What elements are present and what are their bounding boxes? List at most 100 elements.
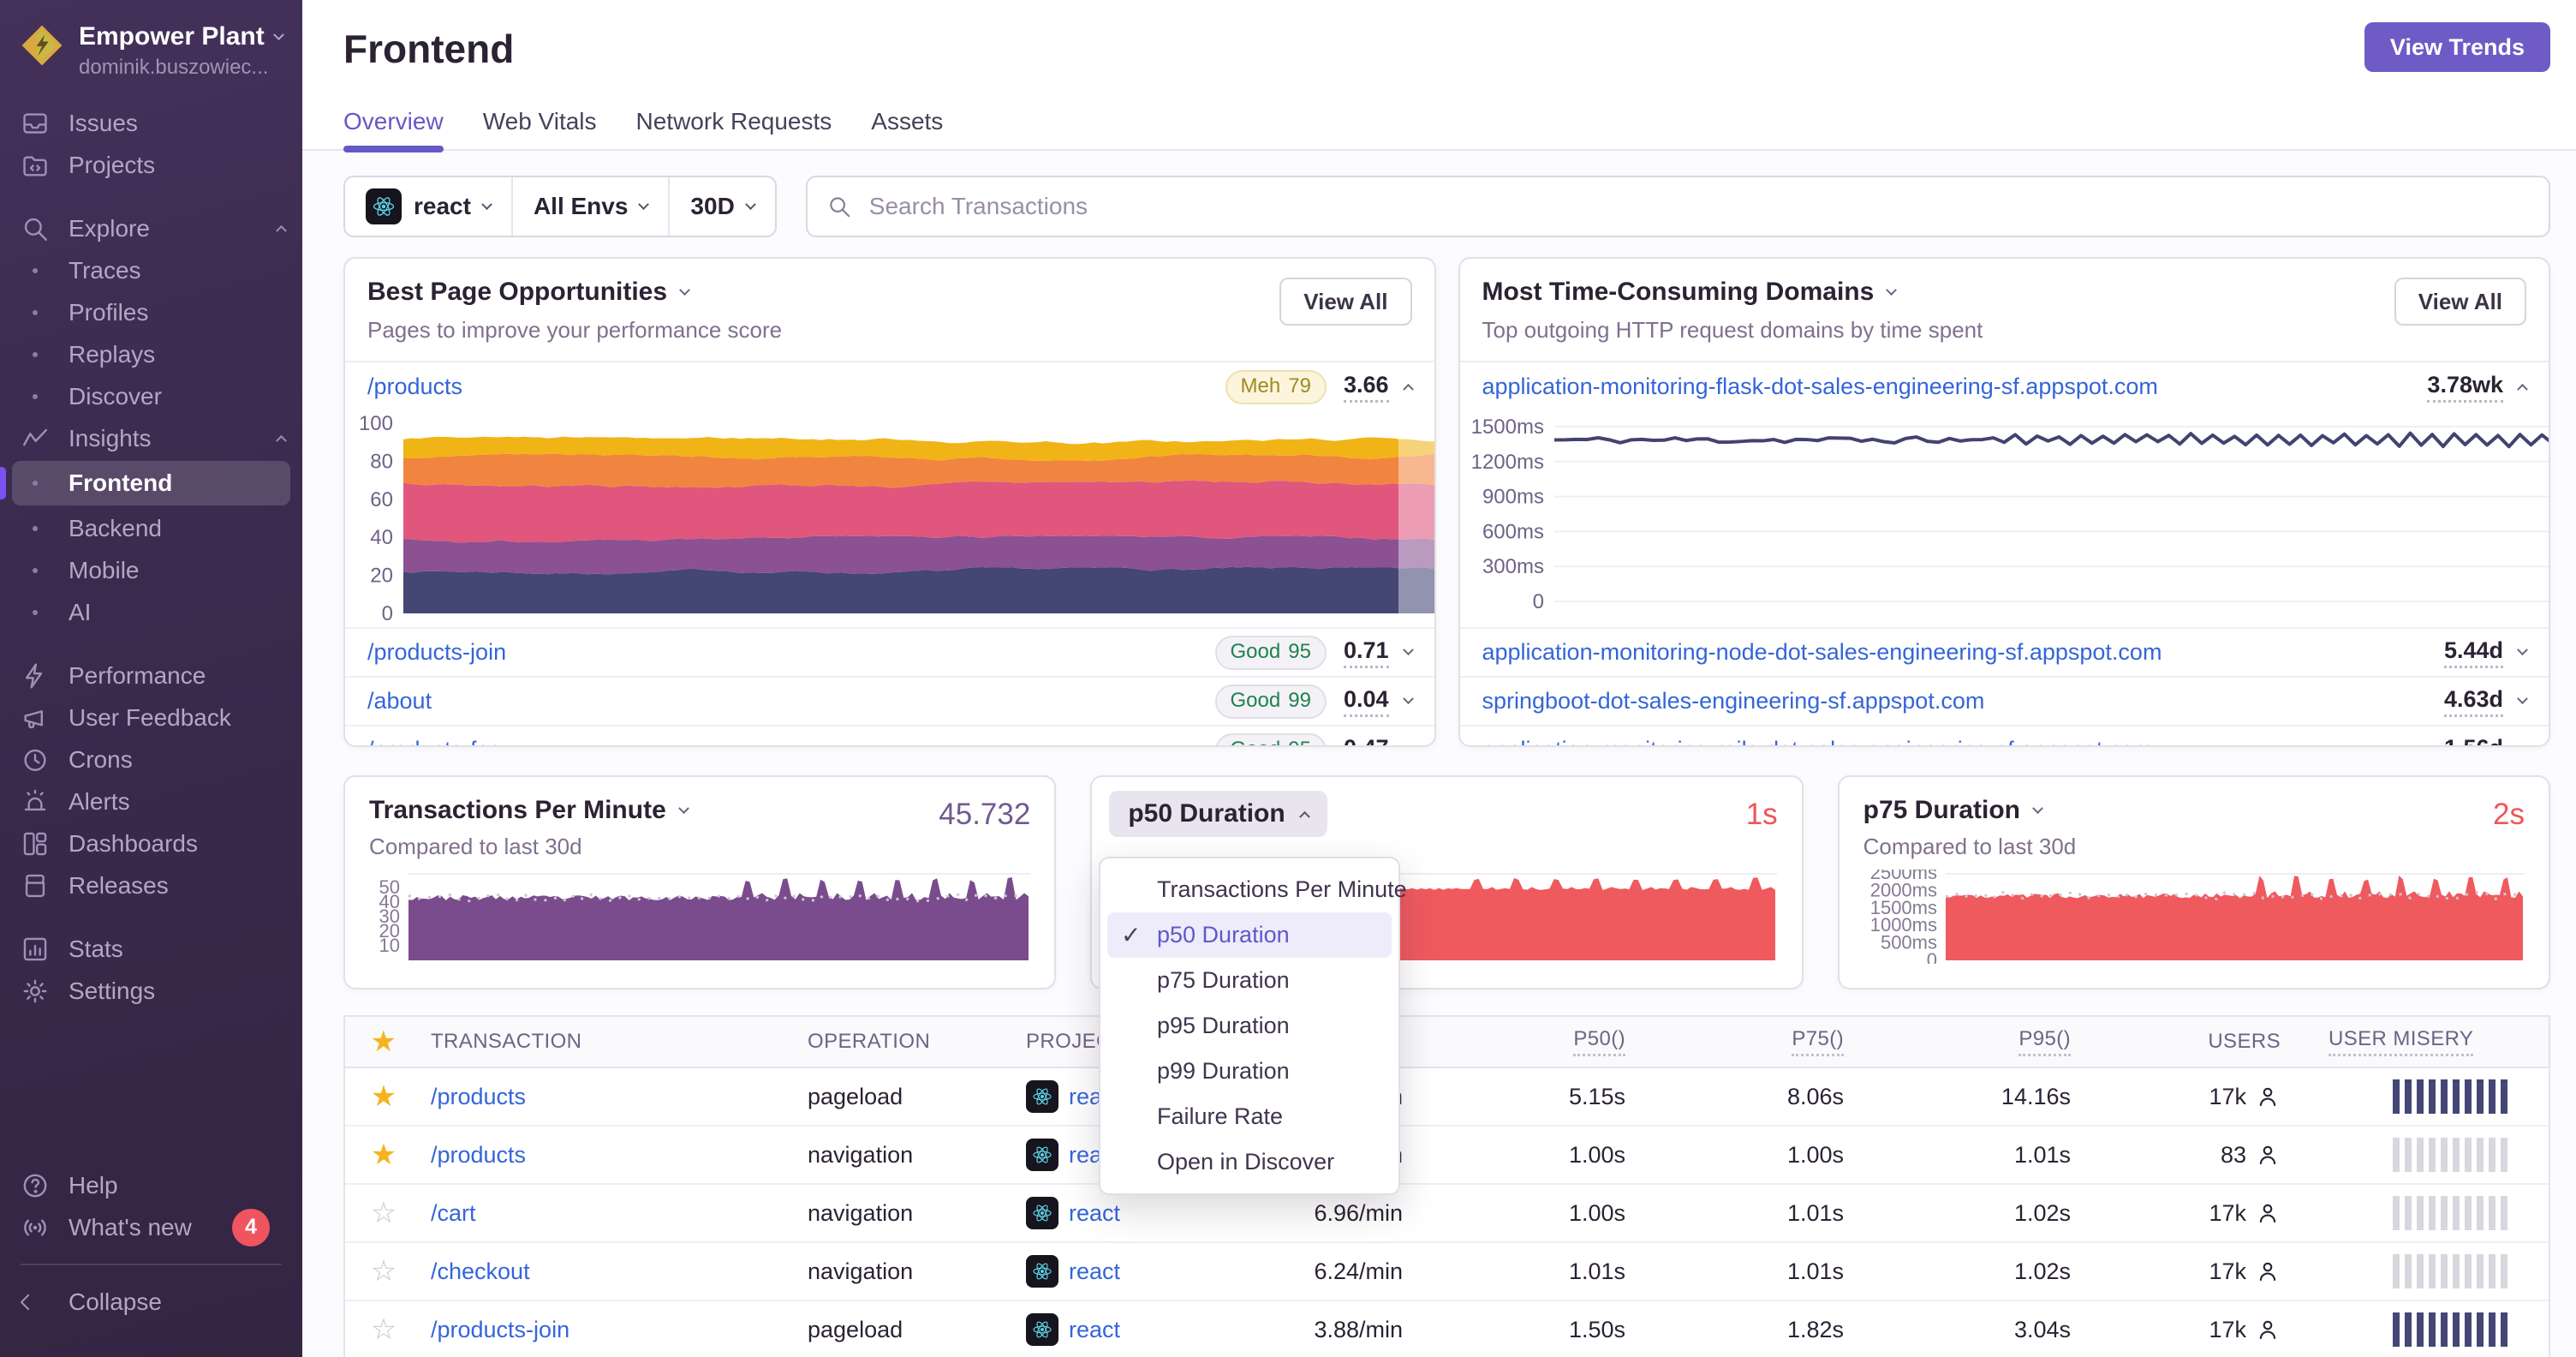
best-pages-view-all-button[interactable]: View All [1279,278,1412,326]
menu-item-p75-duration[interactable]: p75 Duration [1107,958,1392,1003]
transaction-link[interactable]: /products [431,1142,526,1169]
chevron-up-icon[interactable] [1402,383,1414,395]
chevron-down-icon[interactable] [2032,802,2043,814]
domains-view-all-button[interactable]: View All [2394,278,2526,326]
column-header-p95[interactable]: P95() [1852,1027,2079,1056]
domain-link[interactable]: application-monitoring-rails-dot-sales-e… [1482,737,2444,745]
column-label: P75() [1792,1027,1844,1056]
chevron-down-icon[interactable] [2517,742,2528,745]
sidebar-item-explore[interactable]: Explore [0,207,302,249]
column-header-p75[interactable]: P75() [1634,1027,1852,1056]
tab-network-requests[interactable]: Network Requests [636,108,832,149]
domain-link[interactable]: application-monitoring-flask-dot-sales-e… [1482,374,2428,400]
p75-panel: p75 Duration 2s Compared to last 30d 250… [1837,775,2550,989]
sidebar-item-what-s-new[interactable]: What's new 4 [0,1206,302,1248]
menu-item-p50-duration[interactable]: ✓ p50 Duration [1107,912,1392,958]
sidebar-item-frontend[interactable]: Frontend [0,461,290,505]
top-panels: Best Page Opportunities Pages to improve… [343,257,2550,747]
column-header-transaction[interactable]: TRANSACTION [422,1030,799,1054]
sidebar-item-alerts[interactable]: Alerts [0,780,302,822]
issues-icon [21,109,50,138]
menu-item-transactions-per-minute[interactable]: Transactions Per Minute [1107,867,1407,912]
chevron-down-icon[interactable] [677,802,689,814]
sidebar-item-help[interactable]: Help [0,1164,302,1206]
menu-item-failure-rate[interactable]: Failure Rate [1107,1094,1392,1139]
p50-metric-dropdown-trigger[interactable]: p50 Duration [1109,791,1327,837]
sidebar-item-settings[interactable]: Settings [0,970,302,1012]
page-opportunity-link[interactable]: /about [367,688,1215,714]
user-icon [2255,1142,2281,1168]
view-trends-button[interactable]: View Trends [2364,22,2550,72]
column-label: TRANSACTION [431,1030,582,1053]
sidebar-item-performance[interactable]: Performance [0,655,302,696]
chevron-down-icon[interactable] [1402,742,1414,745]
transaction-link[interactable]: /checkout [431,1258,530,1285]
star-filled-icon[interactable]: ★ [371,1140,397,1169]
sidebar-item-releases[interactable]: Releases [0,864,302,906]
chevron-down-icon[interactable] [2517,644,2528,656]
sidebar-item-ai[interactable]: AI [0,591,302,633]
transaction-link[interactable]: /products-join [431,1317,569,1343]
transaction-link[interactable]: /cart [431,1200,476,1227]
tab-web-vitals[interactable]: Web Vitals [483,108,597,149]
table-header: ★TRANSACTIONOPERATIONPROJECT↓P50()P75()P… [345,1017,2549,1068]
menu-item-open-in-discover[interactable]: Open in Discover [1107,1139,1392,1185]
project-link[interactable]: react [1069,1200,1120,1227]
column-header-operation[interactable]: OPERATION [799,1030,1017,1054]
search-input[interactable] [867,192,2530,221]
sidebar-item-discover[interactable]: Discover [0,375,302,417]
domain-link[interactable]: application-monitoring-node-dot-sales-en… [1482,639,2444,666]
menu-item-p99-duration[interactable]: p99 Duration [1107,1049,1392,1094]
project-link[interactable]: react [1069,1258,1120,1285]
chevron-down-icon[interactable] [679,284,690,296]
chevron-up-icon[interactable] [2517,383,2528,395]
chevron-down-icon[interactable] [1886,284,1898,296]
sidebar-item-user-feedback[interactable]: User Feedback [0,696,302,738]
chevron-down-icon[interactable] [1402,644,1414,656]
star-outline-icon[interactable]: ☆ [371,1315,397,1344]
sidebar-item-stats[interactable]: Stats [0,928,302,970]
column-label: P95() [2018,1027,2071,1056]
domain-link[interactable]: springboot-dot-sales-engineering-sf.apps… [1482,688,2444,714]
column-header-misery[interactable]: USER MISERY [2289,1027,2549,1056]
sidebar-item-dashboards[interactable]: Dashboards [0,822,302,864]
sidebar-item-mobile[interactable]: Mobile [0,549,302,591]
chevron-down-icon[interactable] [2517,693,2528,705]
sidebar-item-replays[interactable]: Replays [0,333,302,375]
project-link[interactable]: react [1069,1317,1120,1343]
sidebar-item-issues[interactable]: Issues [0,102,302,144]
column-header-fav[interactable]: ★ [345,1027,422,1056]
column-header-users[interactable]: USERS [2079,1030,2289,1054]
env-filter[interactable]: All Envs [510,177,668,236]
daterange-filter[interactable]: 30D [668,177,774,236]
dashboards-icon [21,829,50,858]
chevron-down-icon[interactable] [1402,693,1414,705]
sidebar-collapse[interactable]: Collapse [0,1281,302,1323]
menu-item-p95-duration[interactable]: p95 Duration [1107,1003,1392,1049]
sidebar-item-traces[interactable]: Traces [0,249,302,291]
bullet-icon [21,481,50,486]
transaction-link[interactable]: /products [431,1084,526,1110]
daterange-filter-label: 30D [690,193,735,219]
page-opportunity-link[interactable]: /products [367,374,1225,400]
project-filter[interactable]: react [345,177,511,236]
domain-row: springboot-dot-sales-engineering-sf.apps… [1459,676,2549,725]
column-header-p50[interactable]: P50() [1411,1027,1634,1056]
star-outline-icon[interactable]: ☆ [371,1199,397,1228]
org-switcher[interactable]: Empower Plant dominik.buszowiec... [0,0,302,80]
sidebar-item-backend[interactable]: Backend [0,507,302,549]
sidebar-item-crons[interactable]: Crons [0,738,302,780]
sidebar-item-label: Frontend [69,469,173,496]
star-filled-icon[interactable]: ★ [371,1082,397,1111]
page-opportunity-link[interactable]: /products-fes [367,737,1215,745]
users-cell: 17k [2088,1317,2281,1343]
chevron-up-icon [276,434,287,446]
sidebar-item-profiles[interactable]: Profiles [0,291,302,333]
sidebar-item-projects[interactable]: Projects [0,144,302,186]
tab-overview[interactable]: Overview [343,108,444,152]
star-outline-icon[interactable]: ☆ [371,1257,397,1286]
sidebar-item-insights[interactable]: Insights [0,417,302,459]
page-opportunity-link[interactable]: /products-join [367,639,1215,666]
page-score-chart: 100 80 60 40 20 0 [345,411,1434,627]
tab-assets[interactable]: Assets [871,108,943,149]
